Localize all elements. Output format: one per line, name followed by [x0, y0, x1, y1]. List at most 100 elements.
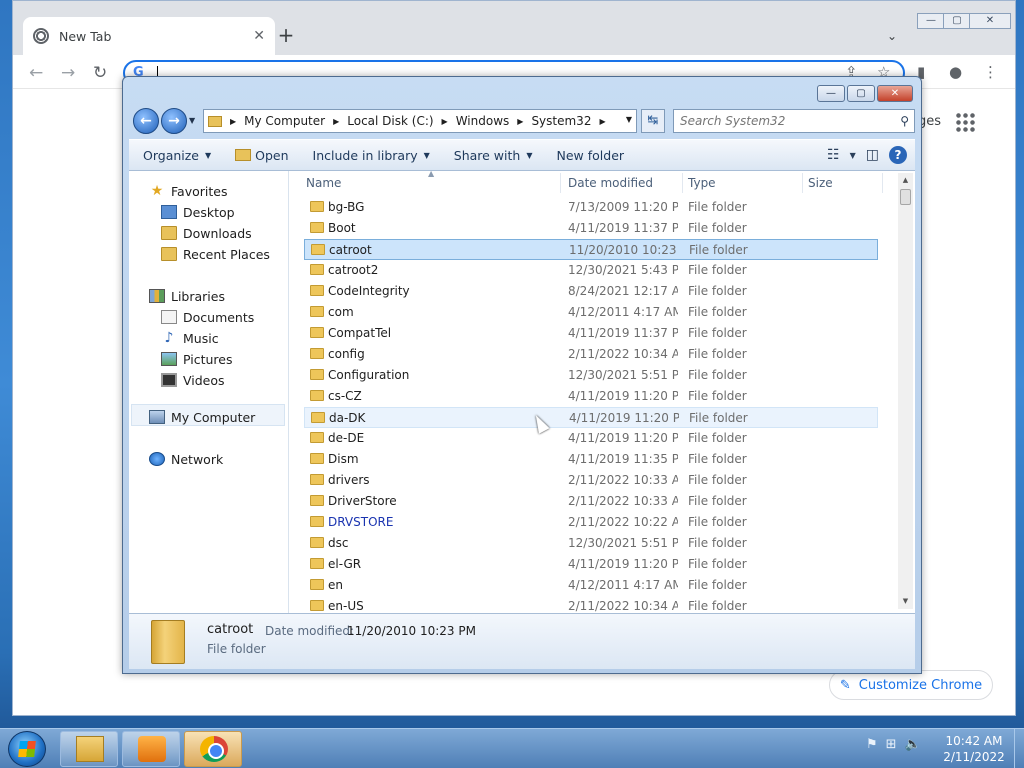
scroll-up-icon[interactable]: ▲ [898, 173, 913, 188]
column-divider[interactable] [882, 173, 883, 193]
file-row[interactable]: config 2/11/2022 10:34 AM File folder [304, 344, 878, 365]
volume-icon[interactable]: 🔈 [905, 737, 921, 752]
file-type: File folder [688, 578, 747, 592]
column-header-size[interactable]: Size [808, 176, 833, 190]
nav-downloads[interactable]: Downloads [161, 223, 252, 243]
nav-favorites[interactable]: ★ Favorites [149, 181, 228, 201]
file-type: File folder [688, 389, 747, 403]
new-tab-button[interactable]: + [275, 25, 297, 47]
file-row[interactable]: Configuration 12/30/2021 5:51 PM File fold… [304, 365, 878, 386]
nav-libraries[interactable]: Libraries [149, 286, 225, 306]
crumb-separator-icon[interactable]: ▶ [442, 117, 448, 126]
preview-pane-icon[interactable]: ◫ [866, 147, 879, 163]
nav-music[interactable]: ♪ Music [161, 328, 219, 348]
profile-icon[interactable]: ● [949, 63, 962, 81]
clock[interactable]: 10:42 AM 2/11/2022 [936, 733, 1012, 765]
vertical-scrollbar[interactable]: ▲ ▼ [898, 173, 913, 609]
nav-desktop[interactable]: Desktop [161, 202, 235, 222]
file-row[interactable]: DRVSTORE 2/11/2022 10:22 AM File folder [304, 512, 878, 533]
file-row[interactable]: dsc 12/30/2021 5:51 PM File folder [304, 533, 878, 554]
chevron-down-icon[interactable]: ▼ [850, 151, 856, 160]
forward-button[interactable]: → [161, 108, 187, 134]
taskbar-explorer[interactable] [60, 731, 118, 767]
nav-network[interactable]: Network [149, 449, 223, 469]
reload-icon[interactable]: ↻ [93, 63, 107, 83]
file-row[interactable]: en 4/12/2011 4:17 AM File folder [304, 575, 878, 596]
column-header-type[interactable]: Type [688, 176, 716, 190]
column-header-date[interactable]: Date modified [568, 176, 653, 190]
file-row[interactable]: bg-BG 7/13/2009 11:20 PM File folder [304, 197, 878, 218]
search-box[interactable]: ⚲ [673, 109, 915, 133]
start-button[interactable] [8, 731, 46, 767]
file-row[interactable]: CompatTel 4/11/2019 11:37 PM File folder [304, 323, 878, 344]
show-desktop-button[interactable] [1014, 729, 1024, 768]
nav-pictures[interactable]: Pictures [161, 349, 233, 369]
file-row[interactable]: Boot 4/11/2019 11:37 PM File folder [304, 218, 878, 239]
apps-grid-icon[interactable] [955, 112, 975, 132]
column-header-name[interactable]: Name [306, 176, 341, 190]
scroll-down-icon[interactable]: ▼ [898, 594, 913, 609]
file-row[interactable]: cs-CZ 4/11/2019 11:20 PM File folder [304, 386, 878, 407]
customize-chrome-button[interactable]: ✎ Customize Chrome [829, 670, 993, 700]
help-icon[interactable]: ? [889, 146, 907, 164]
nav-recent-places[interactable]: Recent Places [161, 244, 270, 264]
new-folder-button[interactable]: New folder [557, 148, 625, 163]
nav-documents[interactable]: Documents [161, 307, 254, 327]
action-center-flag-icon[interactable]: ⚑ [866, 737, 878, 752]
explorer-minimize-button[interactable]: — [817, 85, 845, 102]
tab-new-tab[interactable]: New Tab ✕ [23, 17, 275, 55]
explorer-close-button[interactable]: ✕ [877, 85, 913, 102]
tab-close-icon[interactable]: ✕ [253, 28, 265, 44]
crumb-separator-icon[interactable]: ▶ [599, 117, 605, 126]
file-row[interactable]: catroot2 12/30/2021 5:43 PM File folder [304, 260, 878, 281]
file-row[interactable]: el-GR 4/11/2019 11:20 PM File folder [304, 554, 878, 575]
file-row[interactable]: drivers 2/11/2022 10:33 AM File folder [304, 470, 878, 491]
explorer-maximize-button[interactable]: ▢ [847, 85, 875, 102]
file-row[interactable]: de-DE 4/11/2019 11:20 PM File folder [304, 428, 878, 449]
search-icon[interactable]: ⚲ [900, 114, 909, 128]
network-tray-icon[interactable]: ⊞ [886, 737, 897, 752]
crumb-separator-icon[interactable]: ▶ [230, 117, 236, 126]
share-with-button[interactable]: Share with ▼ [454, 148, 533, 163]
forward-icon[interactable]: → [61, 63, 75, 83]
column-divider[interactable] [802, 173, 803, 193]
file-row[interactable]: catroot 11/20/2010 10:23 ... File folder [304, 239, 878, 260]
back-button[interactable]: ← [133, 108, 159, 134]
taskbar-media-player[interactable] [122, 731, 180, 767]
chrome-maximize-button[interactable]: ▢ [943, 13, 971, 29]
file-row[interactable]: da-DK 4/11/2019 11:20 PM File folder [304, 407, 878, 428]
file-row[interactable]: com 4/12/2011 4:17 AM File folder [304, 302, 878, 323]
open-button[interactable]: Open [235, 148, 289, 163]
nav-videos[interactable]: Videos [161, 370, 225, 390]
nav-my-computer[interactable]: My Computer [149, 407, 255, 427]
file-name: cs-CZ [328, 389, 362, 403]
scroll-thumb[interactable] [900, 189, 911, 205]
organize-button[interactable]: Organize ▼ [143, 148, 211, 163]
breadcrumb-my-computer[interactable]: My Computer [244, 114, 325, 128]
breadcrumb-windows[interactable]: Windows [456, 114, 510, 128]
column-divider[interactable] [560, 173, 561, 193]
include-in-library-button[interactable]: Include in library ▼ [313, 148, 430, 163]
view-options-icon[interactable]: ☷ [827, 147, 840, 163]
crumb-separator-icon[interactable]: ▶ [517, 117, 523, 126]
breadcrumb-local-disk[interactable]: Local Disk (C:) [347, 114, 433, 128]
file-row[interactable]: CodeIntegrity 8/24/2021 12:17 AM File fold… [304, 281, 878, 302]
tab-search-icon[interactable]: ⌄ [887, 29, 897, 43]
crumb-separator-icon[interactable]: ▶ [333, 117, 339, 126]
address-bar[interactable]: ▶ My Computer ▶ Local Disk (C:) ▶ Window… [203, 109, 637, 133]
chrome-minimize-button[interactable]: — [917, 13, 945, 29]
file-row[interactable]: Dism 4/11/2019 11:35 PM File folder [304, 449, 878, 470]
breadcrumb-system32[interactable]: System32 [531, 114, 591, 128]
address-dropdown-icon[interactable]: ▼ [626, 115, 632, 124]
chrome-menu-icon[interactable]: ⋮ [983, 63, 998, 81]
column-divider[interactable] [682, 173, 683, 193]
refresh-button[interactable]: ↹ [641, 109, 665, 133]
back-icon[interactable]: ← [29, 63, 43, 83]
recent-pages-dropdown-icon[interactable]: ▼ [189, 116, 195, 125]
file-row[interactable]: en-US 2/11/2022 10:34 AM File folder [304, 596, 878, 613]
chrome-tab-strip: New Tab ✕ + ⌄ — ▢ ✕ [13, 1, 1015, 55]
taskbar-chrome[interactable] [184, 731, 242, 767]
file-row[interactable]: DriverStore 2/11/2022 10:33 AM File folder [304, 491, 878, 512]
chrome-close-button[interactable]: ✕ [969, 13, 1011, 29]
search-input[interactable] [680, 111, 890, 131]
